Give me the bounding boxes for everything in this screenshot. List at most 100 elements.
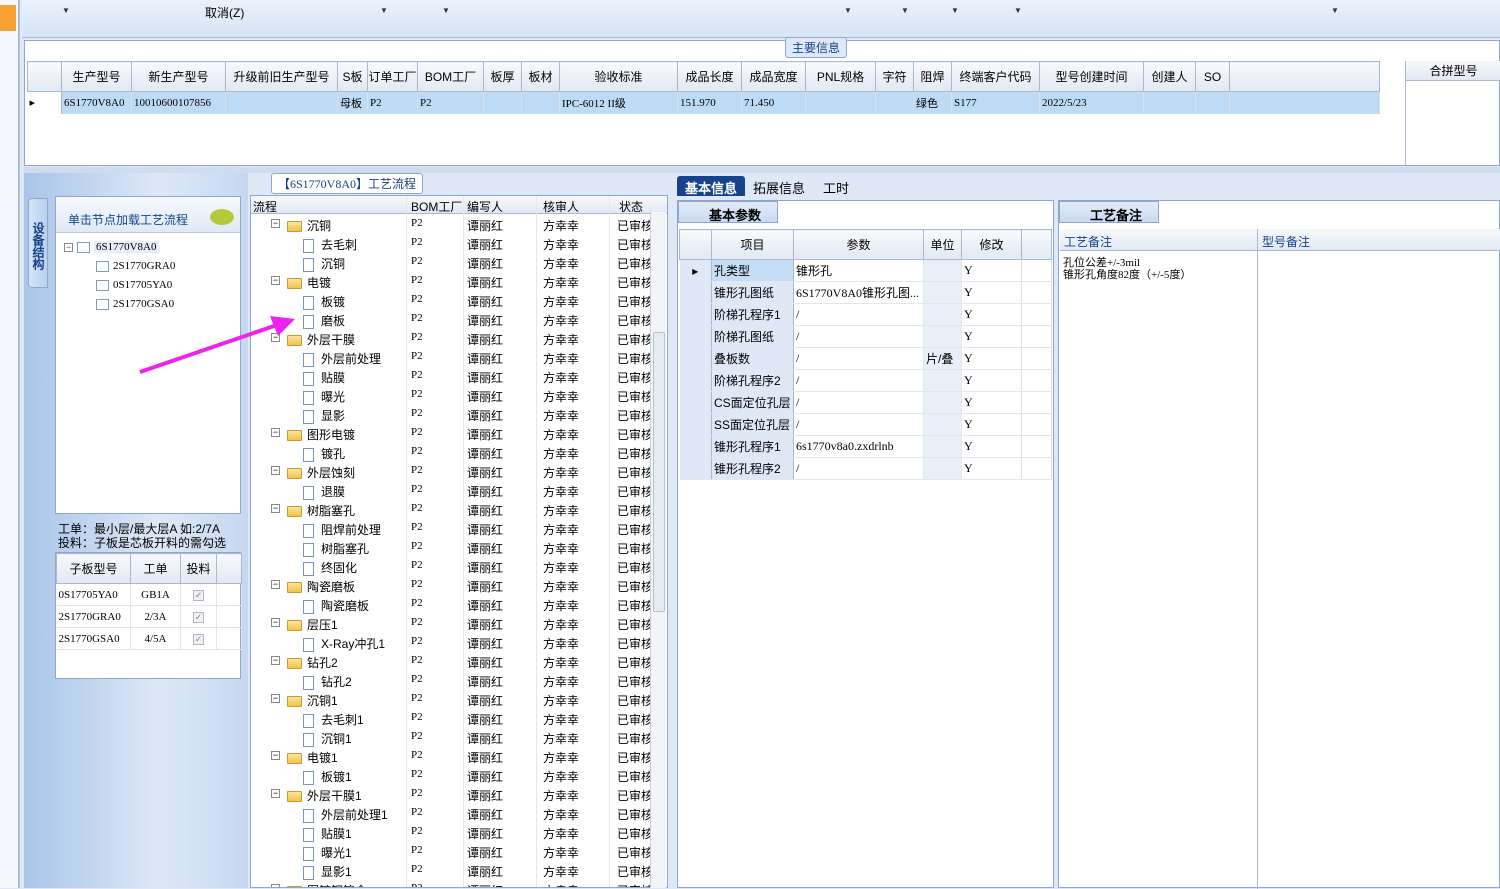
collapse-icon[interactable]: − <box>271 428 280 437</box>
param-modify[interactable]: Y <box>961 325 1022 348</box>
col-header[interactable]: BOM工厂 <box>411 198 462 215</box>
col-header[interactable]: 验收标准 <box>559 61 678 92</box>
param-row[interactable]: 锥形孔图纸 6S1770V8A0锥形孔图... Y <box>679 281 1052 304</box>
process-row[interactable]: − 电镀 P2 谭丽红 方幸幸 已审核 <box>251 271 653 290</box>
col-header[interactable]: 阻焊 <box>913 61 952 92</box>
collapse-icon[interactable]: − <box>271 656 280 665</box>
process-row[interactable]: − 外层干膜 P2 谭丽红 方幸幸 已审核 <box>251 328 653 347</box>
cell[interactable]: 2022/5/23 <box>1039 91 1144 114</box>
dropdown-arrow-icon[interactable]: ▼ <box>62 6 70 15</box>
col-header[interactable]: 新生产型号 <box>131 61 226 92</box>
process-row[interactable]: − 沉铜1 P2 谭丽红 方幸幸 已审核 <box>251 689 653 708</box>
param-row[interactable]: CS面定位孔层 / Y <box>679 391 1052 414</box>
collapse-icon[interactable]: − <box>271 618 280 627</box>
col-header[interactable]: 升级前旧生产型号 <box>225 61 338 92</box>
param-row[interactable]: 阶梯孔程序1/ Y <box>679 303 1052 326</box>
process-row[interactable]: − 图形电镀 P2 谭丽红 方幸幸 已审核 <box>251 423 653 442</box>
process-row[interactable]: X-Ray冲孔1 P2 谭丽红 方幸幸 已审核 <box>251 632 653 652</box>
process-row[interactable]: 沉铜 P2 谭丽红 方幸幸 已审核 <box>251 252 653 272</box>
dropdown-arrow-icon[interactable]: ▼ <box>442 6 450 15</box>
dropdown-arrow-icon[interactable]: ▼ <box>844 6 852 15</box>
col-header[interactable]: 生产型号 <box>61 61 132 92</box>
cell[interactable]: IPC-6012 II级 <box>559 91 678 114</box>
checkbox[interactable]: ✓ <box>193 633 204 645</box>
param-value[interactable]: / <box>793 457 924 480</box>
cell[interactable]: 10010600107856 <box>131 91 226 114</box>
param-modify[interactable]: Y <box>961 457 1022 480</box>
process-note-text[interactable]: 孔位公差+/-3mil 锥形孔角度82度（+/-5度） <box>1063 257 1191 281</box>
process-row[interactable]: 树脂塞孔 P2 谭丽红 方幸幸 已审核 <box>251 537 653 557</box>
col-header[interactable]: 流程 <box>253 198 277 215</box>
process-row[interactable]: − 层压1 P2 谭丽红 方幸幸 已审核 <box>251 613 653 632</box>
tree-node-child[interactable]: 2S1770GSA0 <box>96 298 174 310</box>
col-header[interactable]: BOM工厂 <box>417 61 484 92</box>
col-header[interactable]: 型号备注 <box>1262 233 1310 250</box>
cell[interactable]: S177 <box>951 91 1040 114</box>
cell[interactable] <box>225 91 338 114</box>
col-header[interactable]: 工艺备注 <box>1064 233 1112 250</box>
col-header[interactable]: 单位 <box>923 229 962 260</box>
col-header[interactable]: 终端客户代码 <box>951 61 1040 92</box>
equipment-structure-tab[interactable]: 设备结构 <box>28 198 48 288</box>
col-header[interactable]: 参数 <box>793 229 924 260</box>
col-header[interactable]: 投料 <box>180 553 217 584</box>
dock-tab-indicator[interactable] <box>0 5 16 31</box>
col-header[interactable]: 成品长度 <box>677 61 742 92</box>
col-header[interactable]: 编写人 <box>467 198 503 215</box>
dropdown-arrow-icon[interactable]: ▼ <box>951 6 959 15</box>
cancel-button[interactable]: 取消(Z) <box>205 4 244 21</box>
process-row[interactable]: 磨板 P2 谭丽红 方幸幸 已审核 <box>251 309 653 329</box>
cell[interactable]: 6S1770V8A0 <box>61 91 132 114</box>
collapse-icon[interactable]: − <box>271 219 280 228</box>
col-header[interactable]: 订单工厂 <box>367 61 418 92</box>
dropdown-arrow-icon[interactable]: ▼ <box>1331 6 1339 15</box>
cell[interactable] <box>1143 91 1196 114</box>
param-value[interactable]: 6S1770V8A0锥形孔图... <box>793 281 924 304</box>
param-modify[interactable]: Y <box>961 347 1022 370</box>
collapse-icon[interactable]: − <box>271 694 280 703</box>
process-row[interactable]: 沉铜1 P2 谭丽红 方幸幸 已审核 <box>251 727 653 747</box>
param-modify[interactable]: Y <box>961 413 1022 436</box>
cell[interactable]: 71.450 <box>741 91 806 114</box>
process-row[interactable]: − 树脂塞孔 P2 谭丽红 方幸幸 已审核 <box>251 499 653 518</box>
tree-node-child[interactable]: 2S1770GRA0 <box>96 260 175 272</box>
col-header[interactable]: 工单 <box>130 553 181 584</box>
param-row[interactable]: ▸ 孔类型 锥形孔 Y <box>679 259 1052 282</box>
collapse-icon[interactable]: − <box>271 580 280 589</box>
col-header[interactable]: 创建人 <box>1143 61 1196 92</box>
process-row[interactable]: − 钻孔2 P2 谭丽红 方幸幸 已审核 <box>251 651 653 670</box>
collapse-icon[interactable]: − <box>64 243 73 252</box>
process-row[interactable]: − 外层蚀刻 P2 谭丽红 方幸幸 已审核 <box>251 461 653 480</box>
param-value[interactable]: / <box>793 413 924 436</box>
process-row[interactable]: 阻焊前处理 P2 谭丽红 方幸幸 已审核 <box>251 518 653 538</box>
process-row[interactable]: 显影 P2 谭丽红 方幸幸 已审核 <box>251 404 653 424</box>
col-header[interactable]: S板 <box>337 61 368 92</box>
cell[interactable] <box>483 91 522 114</box>
col-header[interactable]: 修改 <box>961 229 1022 260</box>
col-header[interactable]: 板材 <box>521 61 560 92</box>
table-row[interactable]: 0S17705YA0 GB1A ✓ <box>56 583 242 606</box>
param-row[interactable]: 叠板数 / 片/叠 Y <box>679 347 1052 370</box>
dropdown-arrow-icon[interactable]: ▼ <box>380 6 388 15</box>
process-row[interactable]: 去毛刺1 P2 谭丽红 方幸幸 已审核 <box>251 708 653 728</box>
collapse-icon[interactable]: − <box>271 466 280 475</box>
cell[interactable] <box>1195 91 1230 114</box>
cell[interactable] <box>521 91 560 114</box>
process-row[interactable]: − 外层干膜1 P2 谭丽红 方幸幸 已审核 <box>251 784 653 803</box>
process-row[interactable]: 钻孔2 P2 谭丽红 方幸幸 已审核 <box>251 670 653 690</box>
tree-node-child[interactable]: 0S17705YA0 <box>96 279 172 291</box>
col-header[interactable]: SO <box>1195 61 1230 92</box>
checkbox[interactable]: ✓ <box>193 589 204 601</box>
param-modify[interactable]: Y <box>961 281 1022 304</box>
col-header[interactable]: 状态 <box>619 198 643 215</box>
tree-node-root[interactable]: − 6S1770V8A0 <box>64 241 159 253</box>
col-header[interactable]: 子板型号 <box>56 553 131 584</box>
collapse-icon[interactable]: − <box>271 789 280 798</box>
cell[interactable]: 绿色 <box>913 91 952 114</box>
param-value[interactable]: / <box>793 303 924 326</box>
cell[interactable]: 151.970 <box>677 91 742 114</box>
cell[interactable]: P2 <box>367 91 418 114</box>
col-header[interactable]: 字符 <box>875 61 914 92</box>
cell[interactable] <box>805 91 876 114</box>
col-header[interactable]: 成品宽度 <box>741 61 806 92</box>
